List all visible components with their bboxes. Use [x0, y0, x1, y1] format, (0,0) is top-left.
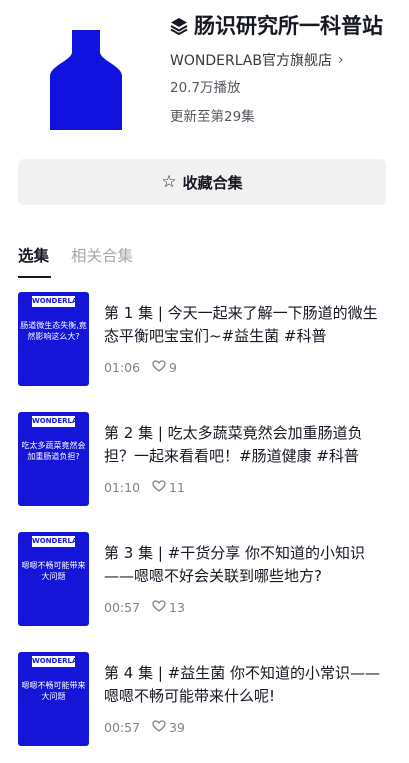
episode-likes: 11 [169, 480, 185, 495]
tab-episodes[interactable]: 选集 [18, 244, 52, 278]
episode-duration: 01:10 [104, 480, 141, 495]
thumbnail-logo: WONDERLAB [32, 296, 83, 307]
episode-item[interactable]: WONDERLAB 嗯嗯不畅可能带来大问题 第 4 集 | #益生菌 你不知道的… [18, 652, 388, 746]
episode-likes: 9 [169, 360, 177, 375]
thumbnail-text: 嗯嗯不畅可能带来大问题 [21, 561, 86, 581]
collection-title: 肠识研究所一科普站 [170, 12, 395, 42]
episode-meta: 01:06 9 [104, 360, 177, 375]
heart-icon [152, 600, 166, 615]
thumbnail-logo: WONDERLAB [32, 536, 83, 547]
episode-thumbnail: WONDERLAB 吃太多蔬菜竟然会加重肠道负担? [18, 412, 89, 506]
heart-icon [152, 480, 166, 495]
episode-duration: 00:57 [104, 720, 141, 735]
collection-title-text: 肠识研究所一科普站 [194, 14, 383, 38]
collection-info: 肠识研究所一科普站 WONDERLAB官方旗舰店 › 20.7万播放 更新至第2… [170, 12, 395, 125]
collect-button[interactable]: ☆ 收藏合集 [18, 159, 386, 205]
episode-title: 第 3 集 | #干货分享 你不知道的小知识——嗯嗯不好会关联到哪些地方? [104, 544, 366, 585]
episode-meta: 01:10 11 [104, 480, 185, 495]
episode-duration: 01:06 [104, 360, 141, 375]
thumbnail-logo: WONDERLAB [32, 656, 83, 667]
episode-likes: 39 [169, 720, 185, 735]
play-count: 20.7万播放 [170, 80, 241, 96]
episode-title: 第 4 集 | #益生菌 你不知道的小常识——嗯嗯不畅可能带来什么呢! [104, 664, 381, 705]
episode-duration: 00:57 [104, 600, 141, 615]
episode-meta: 00:57 13 [104, 600, 185, 615]
thumbnail-logo: WONDERLAB [32, 416, 83, 427]
episode-thumbnail: WONDERLAB 肠道微生态失衡,竟然影响这么大? [18, 292, 89, 386]
thumbnail-text: 嗯嗯不畅可能带来大问题 [21, 681, 86, 701]
thumbnail-text: 吃太多蔬菜竟然会加重肠道负担? [21, 441, 86, 461]
heart-icon [152, 360, 166, 375]
star-icon: ☆ [161, 172, 177, 192]
episode-item[interactable]: WONDERLAB 肠道微生态失衡,竟然影响这么大? 第 1 集 | 今天一起来… [18, 292, 388, 386]
update-status: 更新至第29集 [170, 109, 255, 125]
episode-thumbnail: WONDERLAB 嗯嗯不畅可能带来大问题 [18, 652, 89, 746]
bottle-image [49, 30, 122, 130]
episode-item[interactable]: WONDERLAB 吃太多蔬菜竟然会加重肠道负担? 第 2 集 | 吃太多蔬菜竟… [18, 412, 388, 506]
episode-title: 第 2 集 | 吃太多蔬菜竟然会加重肠道负担？一起来看看吧！#肠道健康 #科普 [104, 424, 363, 465]
collection-layers-icon [170, 14, 188, 42]
author-name: WONDERLAB官方旗舰店 [170, 53, 332, 69]
episode-title: 第 1 集 | 今天一起来了解一下肠道的微生态平衡吧宝宝们~#益生菌 #科普 [104, 304, 378, 345]
tab-related-collections[interactable]: 相关合集 [71, 244, 133, 278]
heart-icon [152, 720, 166, 735]
episode-item[interactable]: WONDERLAB 嗯嗯不畅可能带来大问题 第 3 集 | #干货分享 你不知道… [18, 532, 388, 626]
collection-cover[interactable] [18, 15, 153, 145]
author-link[interactable]: WONDERLAB官方旗舰店 › [170, 50, 395, 70]
tab-bar: 选集 相关合集 [18, 244, 155, 278]
thumbnail-text: 肠道微生态失衡,竟然影响这么大? [20, 321, 87, 341]
chevron-right-icon: › [338, 52, 344, 68]
episode-thumbnail: WONDERLAB 嗯嗯不畅可能带来大问题 [18, 532, 89, 626]
collect-button-label: 收藏合集 [182, 173, 243, 192]
episode-likes: 13 [169, 600, 185, 615]
episode-meta: 00:57 39 [104, 720, 185, 735]
